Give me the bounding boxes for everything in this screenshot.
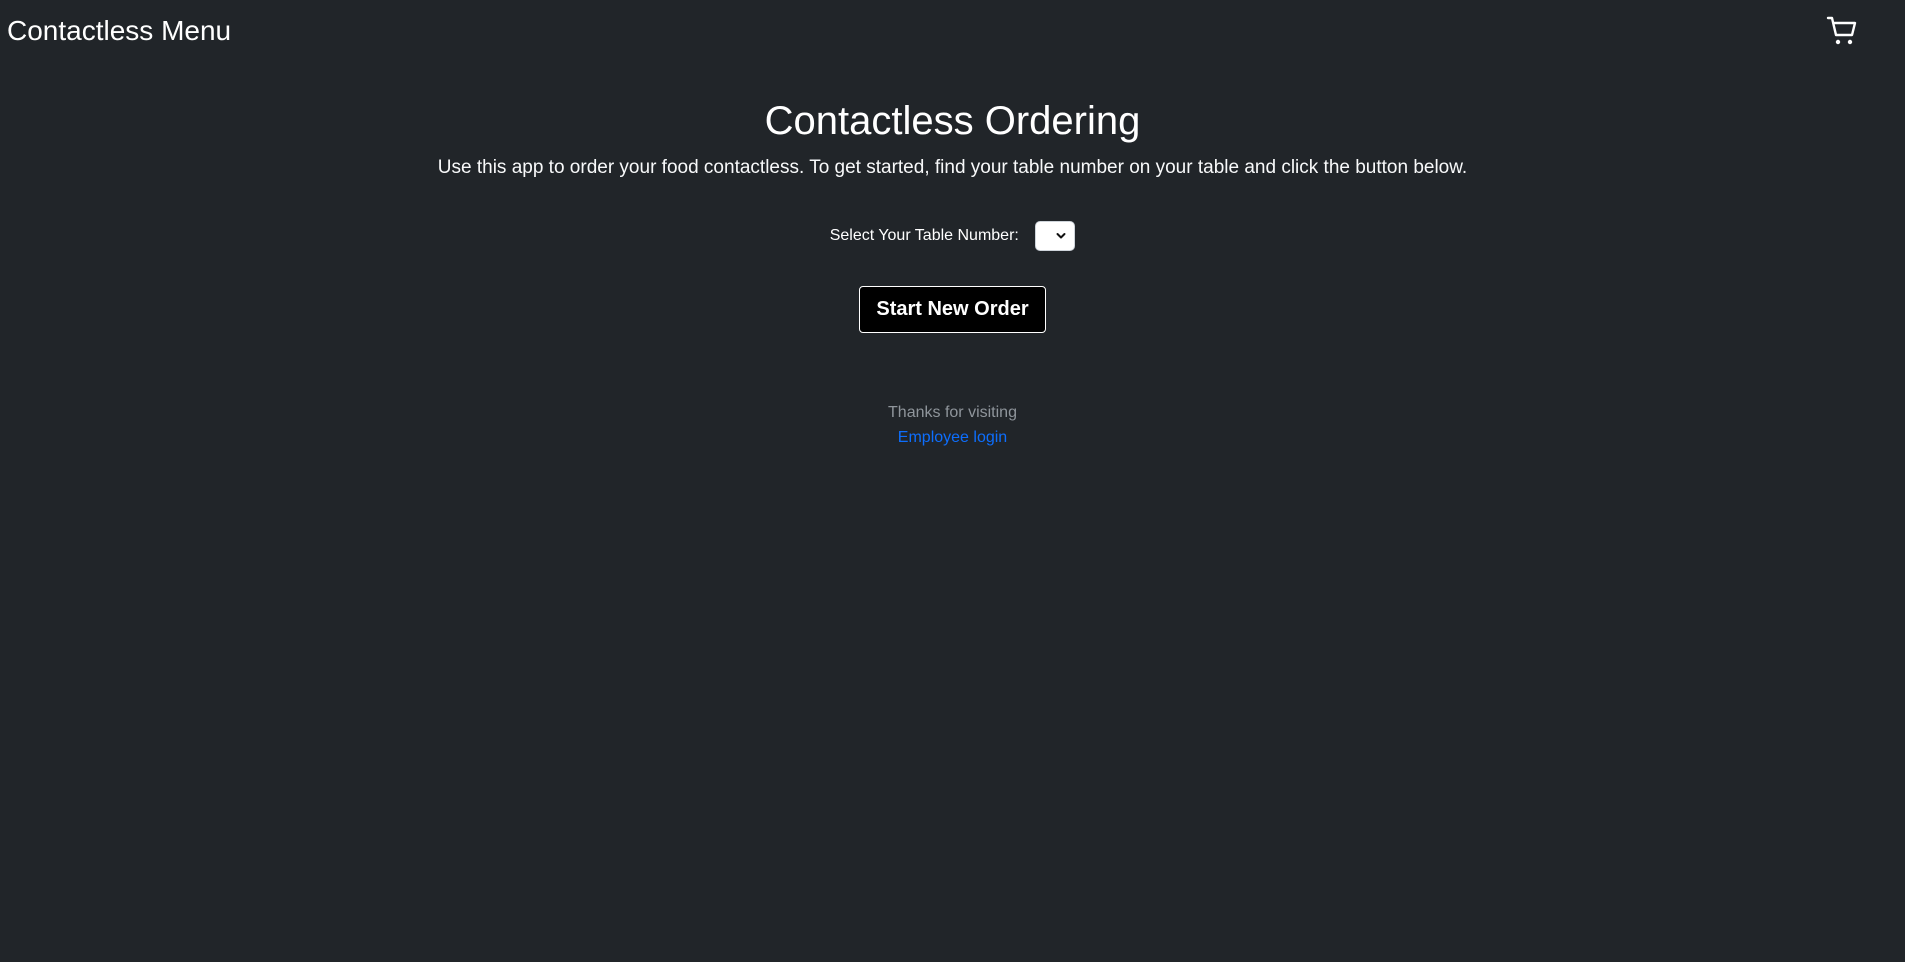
shopping-cart-icon[interactable] (1826, 15, 1858, 47)
page-title: Contactless Ordering (764, 99, 1141, 143)
thanks-text: Thanks for visiting (888, 404, 1017, 421)
hero-section: Contactless Ordering Use this app to ord… (0, 95, 1905, 182)
chevron-down-icon (1056, 233, 1066, 239)
table-number-select[interactable] (1035, 221, 1076, 251)
page-description: Use this app to order your food contactl… (437, 157, 1468, 178)
employee-login-link[interactable]: Employee login (898, 429, 1007, 446)
start-button-row: Start New Order (0, 286, 1905, 333)
start-new-order-button[interactable]: Start New Order (859, 286, 1046, 333)
table-number-row: Select Your Table Number: (0, 219, 1905, 253)
brand-link[interactable]: Contactless Menu (7, 14, 231, 48)
footer: Thanks for visiting Employee login (0, 400, 1905, 450)
page: Contactless Menu Contactless Ordering Us… (0, 0, 1905, 962)
navbar: Contactless Menu (0, 0, 1905, 62)
table-number-label: Select Your Table Number: (829, 227, 1019, 244)
